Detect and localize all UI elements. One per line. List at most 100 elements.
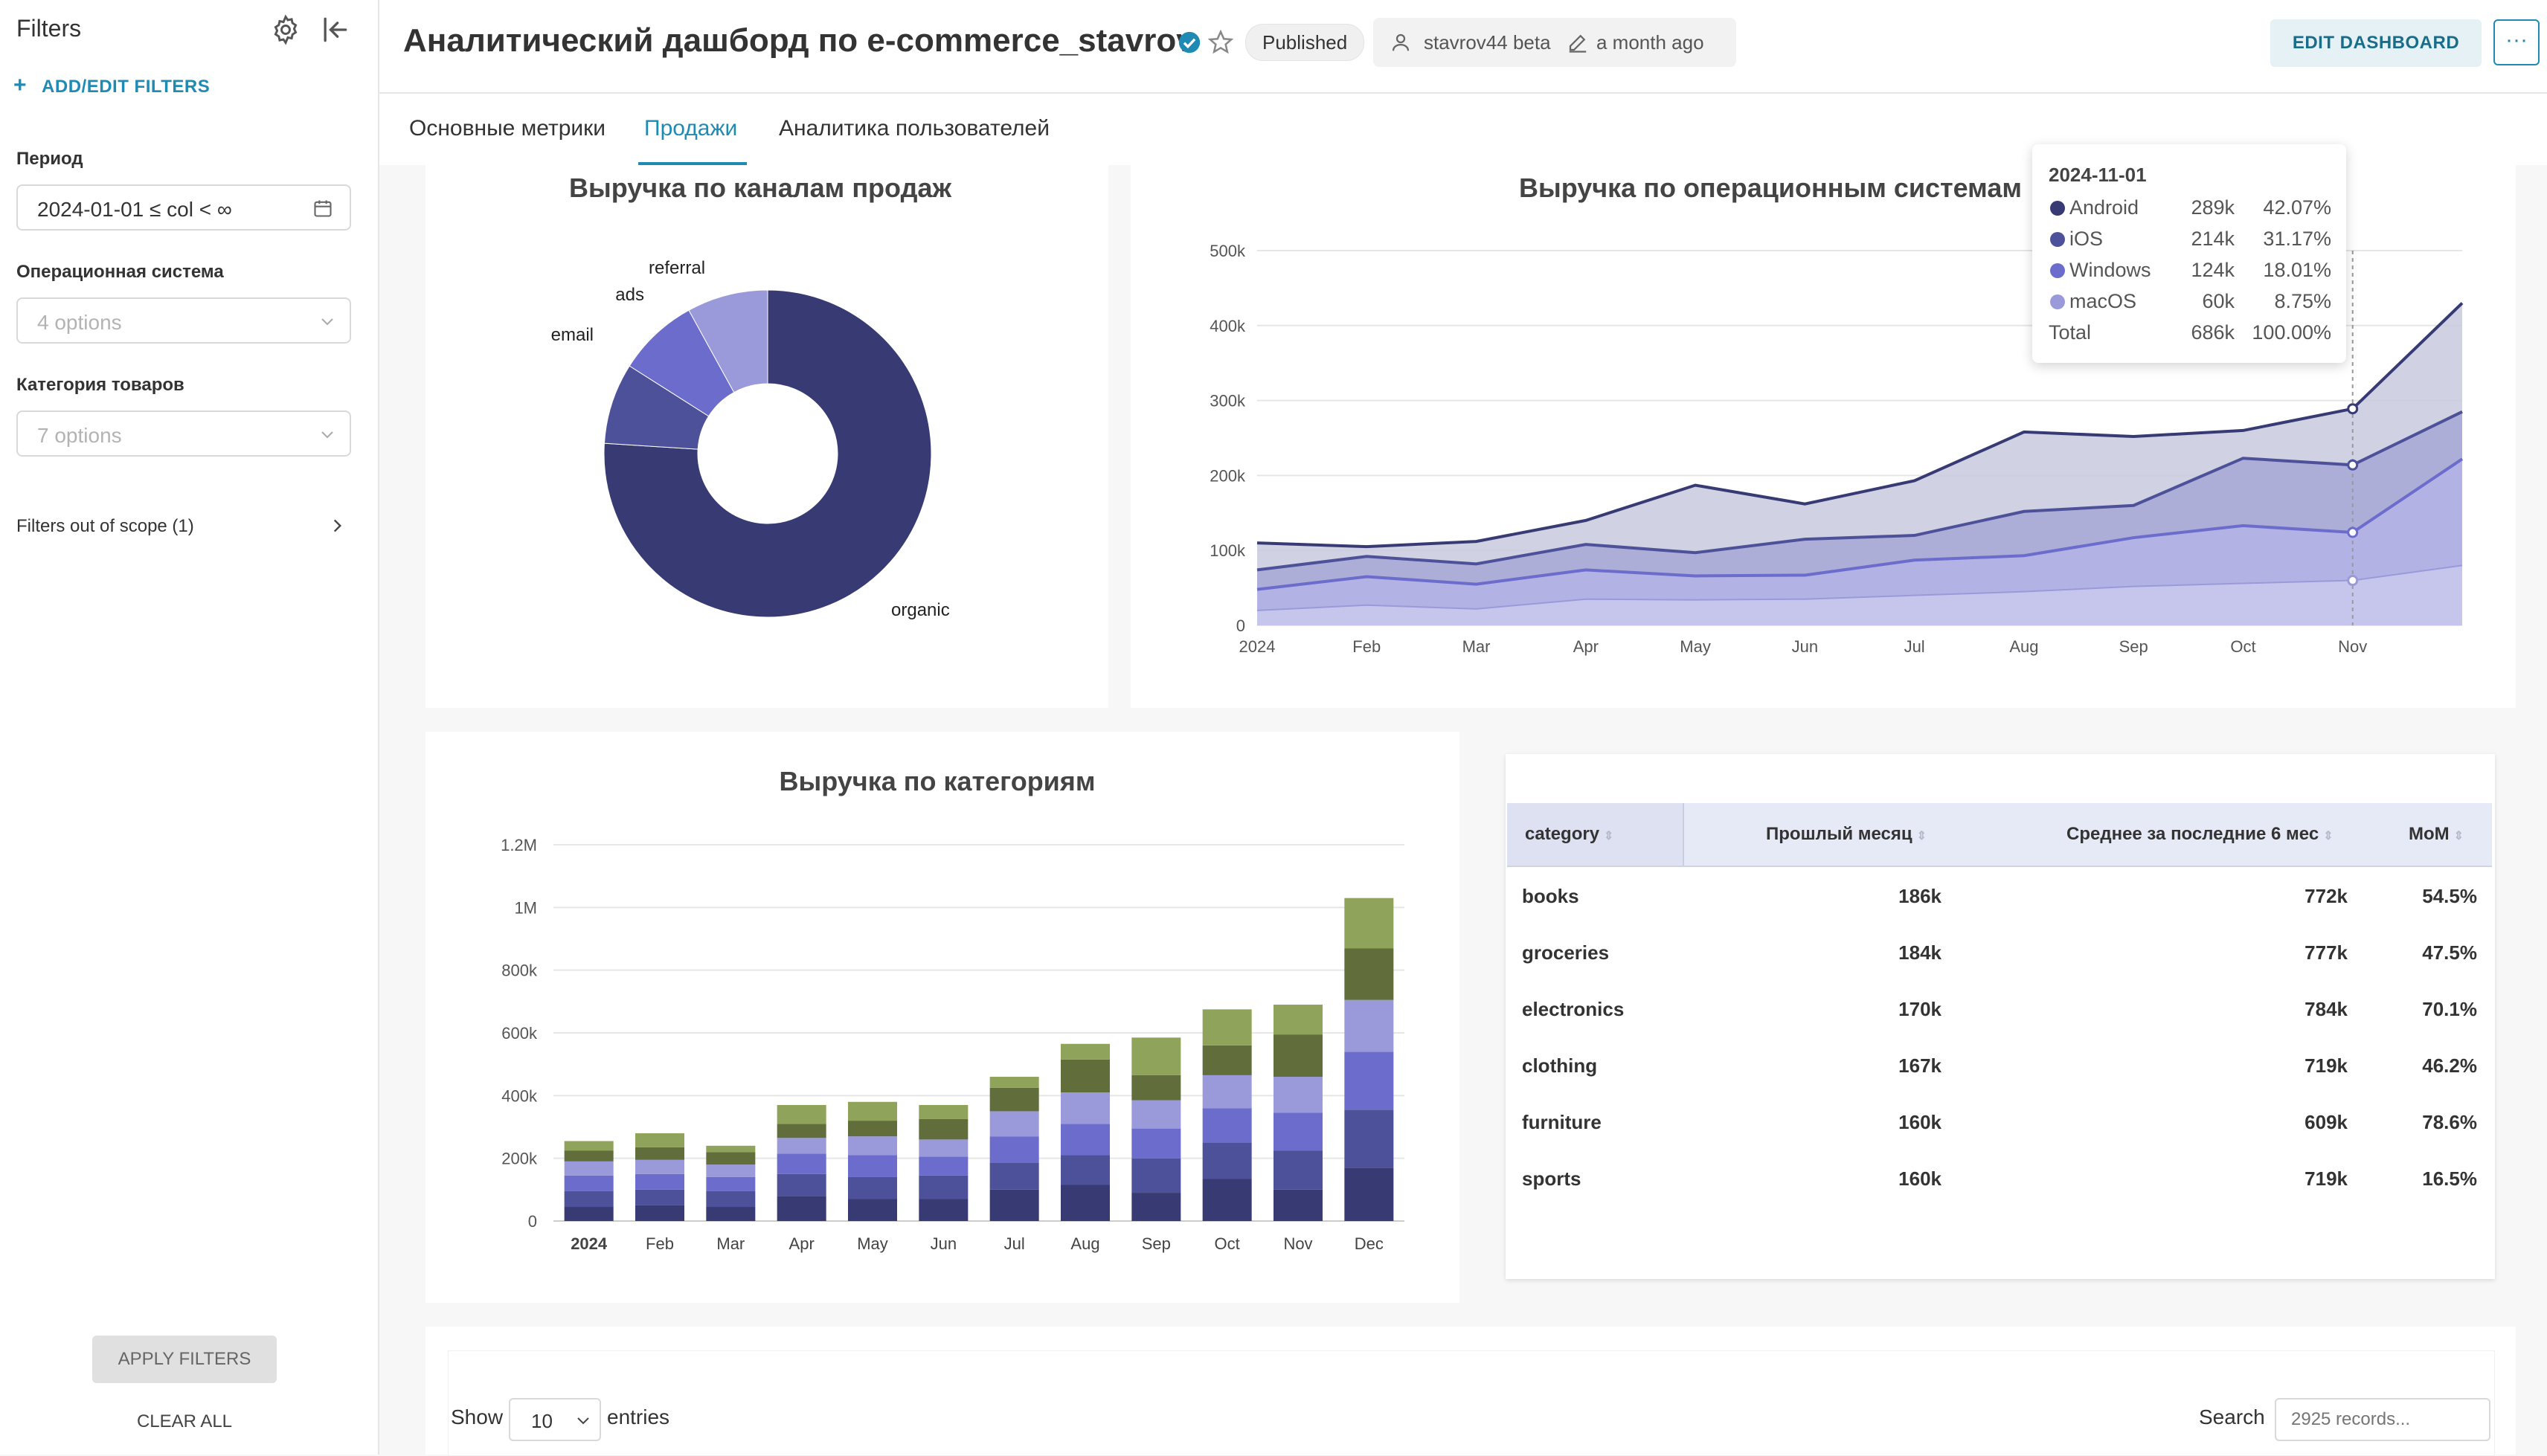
x-tick-label: Feb bbox=[1352, 637, 1381, 656]
bar-segment bbox=[1131, 1193, 1181, 1221]
bar-segment bbox=[1061, 1124, 1110, 1156]
os-filter-placeholder: 4 options bbox=[37, 311, 122, 334]
search-input[interactable] bbox=[2275, 1398, 2490, 1441]
bar-segment bbox=[706, 1176, 756, 1191]
bar-chart[interactable]: 0 200k 400k 600k 800k 1M 1.2M 2024 Feb Mar Apr May J… bbox=[425, 732, 1459, 1303]
column-header-last-month[interactable]: Прошлый месяц ⇕ bbox=[1766, 824, 1927, 845]
hover-point bbox=[2347, 575, 2359, 587]
column-header-six-month-avg[interactable]: Среднее за последние 6 мес ⇕ bbox=[2066, 824, 2334, 845]
bar-segment bbox=[1274, 1034, 1323, 1077]
tooltip-series-name: iOS bbox=[2069, 228, 2104, 250]
edit-dashboard-button[interactable]: EDIT DASHBOARD bbox=[2270, 19, 2482, 67]
cell-category: sports bbox=[1522, 1167, 1581, 1190]
apply-filters-button[interactable]: APPLY FILTERS bbox=[92, 1336, 277, 1383]
cell-mom: 46.2% bbox=[2422, 1054, 2477, 1077]
table-row: sports 160k 719k 16.5% bbox=[1507, 1151, 2492, 1208]
bar-segment bbox=[635, 1133, 684, 1147]
x-tick-label: Apr bbox=[789, 1234, 815, 1253]
cell-mom: 54.5% bbox=[2422, 885, 2477, 907]
x-tick-label: Aug bbox=[1070, 1234, 1099, 1253]
owner-meta: stavrov44 beta a month ago bbox=[1373, 18, 1736, 67]
period-filter-input[interactable]: 2024-01-01 ≤ col < ∞ bbox=[16, 184, 351, 231]
period-filter-value: 2024-01-01 ≤ col < ∞ bbox=[37, 198, 232, 221]
favorite-star-icon[interactable] bbox=[1207, 28, 1235, 57]
cell-last-month: 167k bbox=[1898, 1054, 1941, 1077]
category-filter-label: Категория товаров bbox=[16, 375, 184, 395]
owner-name: stavrov44 beta bbox=[1424, 31, 1551, 54]
clear-all-button[interactable]: CLEAR ALL bbox=[92, 1411, 277, 1435]
x-tick-label: Feb bbox=[646, 1234, 674, 1253]
bar-segment bbox=[1131, 1158, 1181, 1194]
bar-segment bbox=[564, 1207, 614, 1221]
y-tick-label: 200k bbox=[1210, 466, 1246, 485]
column-header-category[interactable]: category ⇕ bbox=[1525, 824, 1613, 845]
collapse-sidebar-icon[interactable] bbox=[318, 13, 351, 46]
filters-out-of-scope[interactable]: Filters out of scope (1) bbox=[16, 516, 194, 537]
bar-segment bbox=[1202, 1142, 1252, 1179]
y-tick-label: 100k bbox=[1210, 541, 1246, 560]
pie-label-organic: organic bbox=[891, 600, 950, 620]
bar-segment bbox=[1061, 1059, 1110, 1093]
tab-user-analytics[interactable]: Аналитика пользователей bbox=[779, 116, 1050, 141]
tooltip-series-value: 289k bbox=[2191, 196, 2235, 219]
tooltip-row: Android 289k 42.07% bbox=[2049, 193, 2331, 223]
bar-segment bbox=[1131, 1128, 1181, 1159]
pie-chart: organic email adsreferral bbox=[551, 258, 950, 620]
bar-segment bbox=[564, 1150, 614, 1162]
os-filter-select[interactable]: 4 options bbox=[16, 297, 351, 344]
bar-segment bbox=[777, 1138, 826, 1154]
cell-six-month-avg: 719k bbox=[2304, 1054, 2348, 1077]
y-tick-label: 1.2M bbox=[501, 836, 537, 854]
more-options-button[interactable]: ··· bbox=[2493, 19, 2540, 65]
add-edit-filters-button[interactable]: + ADD/EDIT FILTERS bbox=[13, 73, 210, 98]
bar-segment bbox=[1344, 948, 1394, 1000]
tab-sales[interactable]: Продажи bbox=[644, 116, 737, 141]
x-tick-label: Jun bbox=[1792, 637, 1818, 656]
tooltip-row: iOS 214k 31.17% bbox=[2049, 225, 2331, 254]
bar-segment bbox=[706, 1145, 756, 1153]
dashboard-header: Аналитический дашборд по e-commerce_stav… bbox=[379, 0, 2547, 94]
cell-category: electronics bbox=[1522, 998, 1625, 1020]
bar-segment bbox=[1344, 1051, 1394, 1110]
bar-segment bbox=[1202, 1179, 1252, 1221]
bar-segment bbox=[1202, 1045, 1252, 1075]
bar-segment bbox=[635, 1189, 684, 1205]
pie-label-ads: ads bbox=[615, 285, 644, 305]
cell-last-month: 170k bbox=[1898, 998, 1941, 1020]
period-filter-label: Период bbox=[16, 149, 83, 169]
cell-mom: 47.5% bbox=[2422, 941, 2477, 964]
bar-segment bbox=[1274, 1189, 1323, 1221]
bar-segment bbox=[777, 1196, 826, 1221]
tooltip-series-name: macOS bbox=[2069, 290, 2137, 312]
column-header-label: Среднее за последние 6 мес bbox=[2066, 824, 2319, 844]
bar-segment bbox=[1061, 1043, 1110, 1060]
category-filter-select[interactable]: 7 options bbox=[16, 410, 351, 457]
tooltip-total-row: Total 686k 100.00% bbox=[2049, 318, 2331, 348]
column-header-mom[interactable]: MoM ⇕ bbox=[2409, 824, 2464, 845]
cell-six-month-avg: 719k bbox=[2304, 1167, 2348, 1190]
x-tick-label: May bbox=[857, 1234, 888, 1253]
gear-icon[interactable] bbox=[269, 13, 302, 46]
bar-segment bbox=[706, 1207, 756, 1221]
bar-segment bbox=[989, 1189, 1039, 1221]
bar-segment bbox=[1274, 1112, 1323, 1151]
cell-mom: 78.6% bbox=[2422, 1111, 2477, 1133]
y-tick-label: 800k bbox=[501, 961, 538, 980]
tab-main-metrics[interactable]: Основные метрики bbox=[409, 116, 606, 141]
hover-point bbox=[2347, 526, 2359, 538]
bar-segment bbox=[989, 1077, 1039, 1088]
chevron-right-icon[interactable] bbox=[327, 516, 347, 535]
bar-segment bbox=[777, 1153, 826, 1174]
bar-chart-card: Выручка по категориям 0 200k 400k 600k 800k 1… bbox=[425, 732, 1459, 1303]
chart-tooltip: 2024-11-01 Android 289k 42.07% iOS 214k … bbox=[2032, 144, 2346, 363]
hover-point bbox=[2347, 403, 2359, 415]
sort-icon: ⇕ bbox=[1916, 830, 1927, 843]
user-icon bbox=[1390, 31, 1412, 54]
status-badge[interactable]: Published bbox=[1245, 24, 1365, 61]
pie-label-email: email bbox=[551, 325, 594, 345]
page-size-select[interactable]: 10 bbox=[509, 1398, 601, 1441]
page-size-value: 10 bbox=[531, 1410, 553, 1432]
bar-segment bbox=[706, 1152, 756, 1165]
table-row: groceries 184k 777k 47.5% bbox=[1507, 925, 2492, 982]
x-tick-label: Aug bbox=[2009, 637, 2038, 656]
